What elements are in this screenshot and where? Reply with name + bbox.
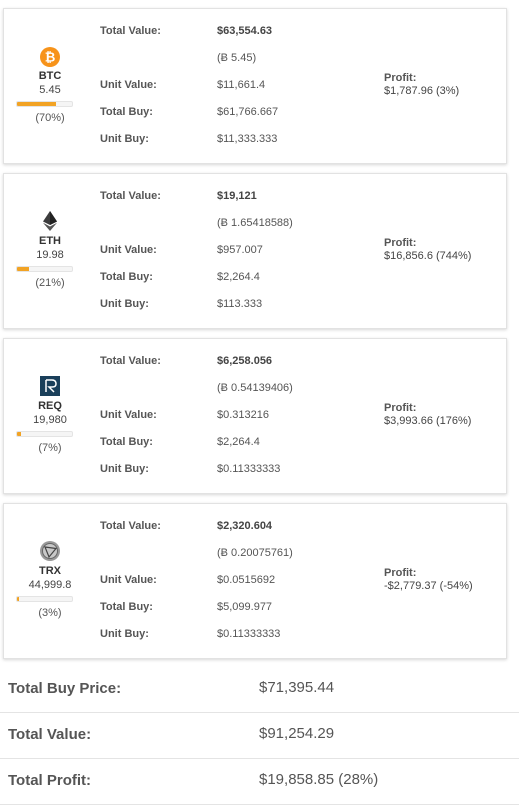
total-buy: $61,766.667: [217, 106, 279, 118]
total-value-label: Total Value:: [100, 355, 161, 367]
profit-value: -$2,779.37 (-54%): [384, 580, 473, 592]
summary-total-value: $91,254.29: [259, 725, 335, 742]
unit-buy-label: Unit Buy:: [100, 463, 149, 475]
btc-value: (Ƀ 5.45): [217, 52, 257, 64]
total-value-label: Total Value:: [100, 520, 161, 532]
portfolio-share-bar: [16, 596, 73, 602]
total-buy-label: Total Buy:: [100, 601, 153, 613]
portfolio-share-percent: (21%): [35, 277, 65, 289]
coin-quantity: 5.45: [39, 84, 61, 96]
total-value-label: Total Value:: [100, 25, 161, 37]
total-value-label: Total Value:: [100, 190, 161, 202]
unit-value: $0.313216: [217, 409, 269, 421]
unit-buy-label: Unit Buy:: [100, 133, 149, 145]
total-buy-label: Total Buy:: [100, 106, 153, 118]
coin-quantity: 44,999.8: [28, 579, 72, 591]
coin-symbol: TRX: [39, 565, 61, 577]
portfolio-share-percent: (3%): [38, 607, 62, 619]
profit-value: $1,787.96 (3%): [384, 85, 460, 97]
total-value: $19,121: [217, 190, 257, 202]
coin-info: TRX 44,999.8 (3%): [6, 504, 94, 658]
unit-value: $957.007: [217, 244, 263, 256]
unit-value: $0.0515692: [217, 574, 276, 586]
coin-card-trx: TRX 44,999.8 (3%) Total Value: $2,320.60…: [3, 503, 507, 659]
profit-label: Profit:: [384, 567, 417, 579]
coin-info: ETH 19.98 (21%): [6, 174, 94, 328]
unit-value-label: Unit Value:: [100, 409, 157, 421]
profit-label: Profit:: [384, 402, 417, 414]
coin-quantity: 19,980: [33, 414, 67, 426]
profit-value: $3,993.66 (176%): [384, 415, 472, 427]
portfolio-share-percent: (70%): [35, 112, 65, 124]
coin-info: ₿ BTC 5.45 (70%): [6, 9, 94, 163]
total-value: $6,258.056: [217, 355, 273, 367]
coin-card-btc: ₿ BTC 5.45 (70%) Total Value: $63,554.63…: [3, 8, 507, 164]
unit-value: $11,661.4: [217, 79, 266, 91]
total-profit-label: Total Profit:: [8, 772, 92, 789]
total-buy-price-value: $71,395.44: [259, 679, 335, 696]
profit-value: $16,856.6 (744%): [384, 250, 472, 262]
total-profit-value: $19,858.85 (28%): [259, 771, 379, 788]
total-buy: $2,264.4: [217, 271, 260, 283]
total-buy-label: Total Buy:: [100, 436, 153, 448]
portfolio-share-bar: [16, 266, 73, 272]
unit-value-label: Unit Value:: [100, 244, 157, 256]
total-value: $63,554.63: [217, 25, 273, 37]
tron-icon: [39, 540, 61, 562]
coin-info: REQ 19,980 (7%): [6, 339, 94, 493]
total-buy-price-label: Total Buy Price:: [8, 680, 122, 697]
coin-card-eth: ETH 19.98 (21%) Total Value: $19,121 (Ƀ …: [3, 173, 507, 329]
coin-symbol: ETH: [39, 235, 61, 247]
unit-buy: $0.11333333: [217, 628, 281, 640]
unit-value-label: Unit Value:: [100, 574, 157, 586]
total-buy: $2,264.4: [217, 436, 260, 448]
profit-label: Profit:: [384, 72, 417, 84]
btc-value: (Ƀ 0.54139406): [217, 382, 293, 394]
coin-symbol: REQ: [38, 400, 62, 412]
portfolio-share-bar: [16, 431, 73, 437]
btc-value: (Ƀ 0.20075761): [217, 547, 293, 559]
ethereum-icon: [39, 210, 61, 232]
unit-buy-label: Unit Buy:: [100, 628, 149, 640]
total-buy: $5,099.977: [217, 601, 273, 613]
coin-card-req: REQ 19,980 (7%) Total Value: $6,258.056 …: [3, 338, 507, 494]
profit-label: Profit:: [384, 237, 417, 249]
unit-buy-label: Unit Buy:: [100, 298, 149, 310]
svg-text:₿: ₿: [45, 51, 56, 66]
btc-value: (Ƀ 1.65418588): [217, 217, 293, 229]
unit-buy: $113.333: [217, 298, 263, 310]
summary-total-value-label: Total Value:: [8, 726, 92, 743]
portfolio-share-bar: [16, 101, 73, 107]
summary-row-total-value: Total Value: $91,254.29: [0, 712, 519, 759]
unit-buy: $11,333.333: [217, 133, 278, 145]
coin-quantity: 19.98: [36, 249, 64, 261]
summary-row-total-profit: Total Profit: $19,858.85 (28%): [0, 758, 519, 805]
unit-value-label: Unit Value:: [100, 79, 157, 91]
total-value: $2,320.604: [217, 520, 273, 532]
total-buy-label: Total Buy:: [100, 271, 153, 283]
portfolio-share-percent: (7%): [38, 442, 62, 454]
coin-symbol: BTC: [38, 70, 62, 82]
bitcoin-icon: ₿: [39, 46, 61, 68]
unit-buy: $0.11333333: [217, 463, 281, 475]
summary-row-total-buy: Total Buy Price: $71,395.44: [0, 666, 519, 713]
request-network-icon: [39, 375, 61, 397]
